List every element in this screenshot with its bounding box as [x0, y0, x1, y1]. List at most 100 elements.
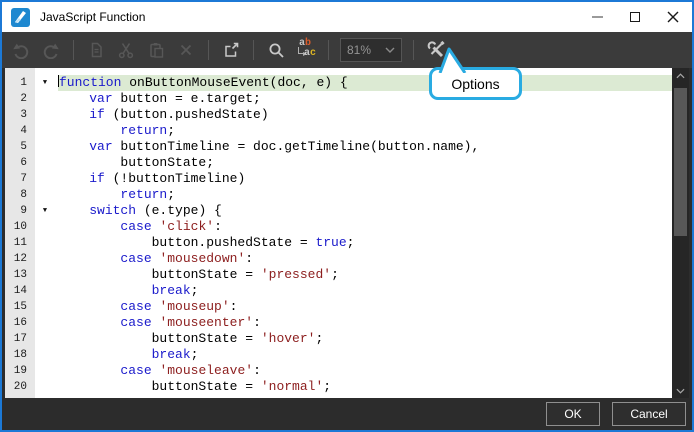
code-line[interactable]: 11 button.pushedState = true;: [5, 235, 672, 251]
vertical-scrollbar[interactable]: [672, 68, 689, 398]
replace-icon-bottom-text: ac: [304, 48, 317, 59]
code-line[interactable]: 20 buttonState = 'normal';: [5, 379, 672, 395]
code-text: case 'mouseenter':: [120, 315, 261, 330]
line-number: 7: [20, 173, 27, 185]
code-text: buttonState;: [58, 155, 215, 170]
code-line[interactable]: 17 buttonState = 'hover';: [5, 331, 672, 347]
code-text: if (button.pushedState): [89, 107, 269, 122]
dialog-title: JavaScript Function: [40, 10, 146, 24]
code-line[interactable]: 5 var buttonTimeline = doc.getTimeline(b…: [5, 139, 672, 155]
code-text: function onButtonMouseEvent(doc, e) {: [58, 75, 672, 91]
paste-button[interactable]: [143, 37, 169, 63]
line-number: 1: [20, 77, 27, 89]
line-number: 9: [20, 205, 27, 217]
code-line[interactable]: 19 case 'mouseleave':: [5, 363, 672, 379]
maximize-icon: [630, 12, 640, 22]
code-line[interactable]: 16 case 'mouseenter':: [5, 315, 672, 331]
code-line[interactable]: 7 if (!buttonTimeline): [5, 171, 672, 187]
redo-icon: [43, 43, 59, 59]
scrollbar-down-button[interactable]: [672, 383, 689, 398]
search-button[interactable]: [263, 37, 289, 63]
chevron-up-icon: [676, 72, 685, 78]
code-line[interactable]: 6 buttonState;: [5, 155, 672, 171]
code-line[interactable]: 4 return;: [5, 123, 672, 139]
code-text: buttonState = 'normal';: [58, 379, 332, 394]
code-line[interactable]: 2 var button = e.target;: [5, 91, 672, 107]
redo-button[interactable]: [38, 37, 64, 63]
fold-arrow-icon[interactable]: ▼: [32, 203, 58, 219]
line-number: 11: [13, 237, 27, 249]
cancel-button[interactable]: Cancel: [612, 402, 686, 426]
fold-arrow-icon[interactable]: ▼: [32, 75, 58, 91]
replace-button[interactable]: ab ac: [293, 37, 319, 63]
line-number: 10: [13, 221, 27, 233]
line-number: 13: [13, 269, 27, 281]
line-number: 12: [13, 253, 27, 265]
code-line[interactable]: 12 case 'mousedown':: [5, 251, 672, 267]
maximize-button[interactable]: [616, 3, 654, 31]
code-text: return;: [120, 123, 176, 138]
line-number: 5: [20, 141, 27, 153]
scrollbar-up-button[interactable]: [672, 68, 689, 83]
code-line[interactable]: 3 if (button.pushedState): [5, 107, 672, 123]
options-callout-label: Options: [451, 75, 500, 92]
chevron-down-icon: [385, 47, 395, 53]
line-number: 16: [13, 317, 27, 329]
code-line[interactable]: 13 buttonState = 'pressed';: [5, 267, 672, 283]
line-number: 19: [13, 365, 27, 377]
code-text: return;: [120, 187, 176, 202]
code-text: buttonState = 'hover';: [58, 331, 324, 346]
line-number: 4: [20, 125, 27, 137]
copy-icon: [91, 42, 102, 58]
delete-icon: [180, 44, 192, 56]
code-line[interactable]: 15 case 'mouseup':: [5, 299, 672, 315]
code-text: buttonState = 'pressed';: [58, 267, 339, 282]
javascript-function-dialog: JavaScript Function ab ac 81% 1 ▼ functi…: [0, 0, 694, 432]
zoom-level-dropdown[interactable]: 81%: [340, 38, 402, 62]
replace-icon: ab ac: [295, 38, 317, 61]
code-line[interactable]: 9 ▼ switch (e.type) {: [5, 203, 672, 219]
code-line[interactable]: 8 return;: [5, 187, 672, 203]
cut-button[interactable]: [113, 37, 139, 63]
undo-button[interactable]: [8, 37, 34, 63]
code-line[interactable]: 18 break;: [5, 347, 672, 363]
toolbar-separator: [253, 40, 254, 60]
code-editor[interactable]: 1 ▼ function onButtonMouseEvent(doc, e) {2…: [5, 68, 689, 398]
line-number: 3: [20, 109, 27, 121]
search-icon: [269, 43, 284, 58]
ok-button[interactable]: OK: [546, 402, 600, 426]
close-icon: [667, 11, 679, 23]
app-icon: [11, 7, 30, 27]
close-button[interactable]: [654, 3, 692, 31]
paste-icon: [150, 43, 164, 58]
line-number: 15: [13, 301, 27, 313]
title-bar: JavaScript Function: [2, 2, 692, 32]
code-line[interactable]: 1 ▼ function onButtonMouseEvent(doc, e) {: [5, 75, 672, 91]
zoom-level-value: 81%: [347, 43, 372, 57]
code-line[interactable]: 14 break;: [5, 283, 672, 299]
toolbar-separator: [328, 40, 329, 60]
minimize-button[interactable]: [578, 3, 616, 31]
line-number: 20: [13, 381, 27, 393]
external-editor-button[interactable]: [218, 37, 244, 63]
toolbar: ab ac 81%: [2, 32, 692, 68]
line-number: 14: [13, 285, 27, 297]
copy-button[interactable]: [83, 37, 109, 63]
undo-icon: [13, 43, 29, 59]
delete-button[interactable]: [173, 37, 199, 63]
code-line[interactable]: 10 case 'click':: [5, 219, 672, 235]
scrollbar-thumb[interactable]: [674, 88, 687, 236]
